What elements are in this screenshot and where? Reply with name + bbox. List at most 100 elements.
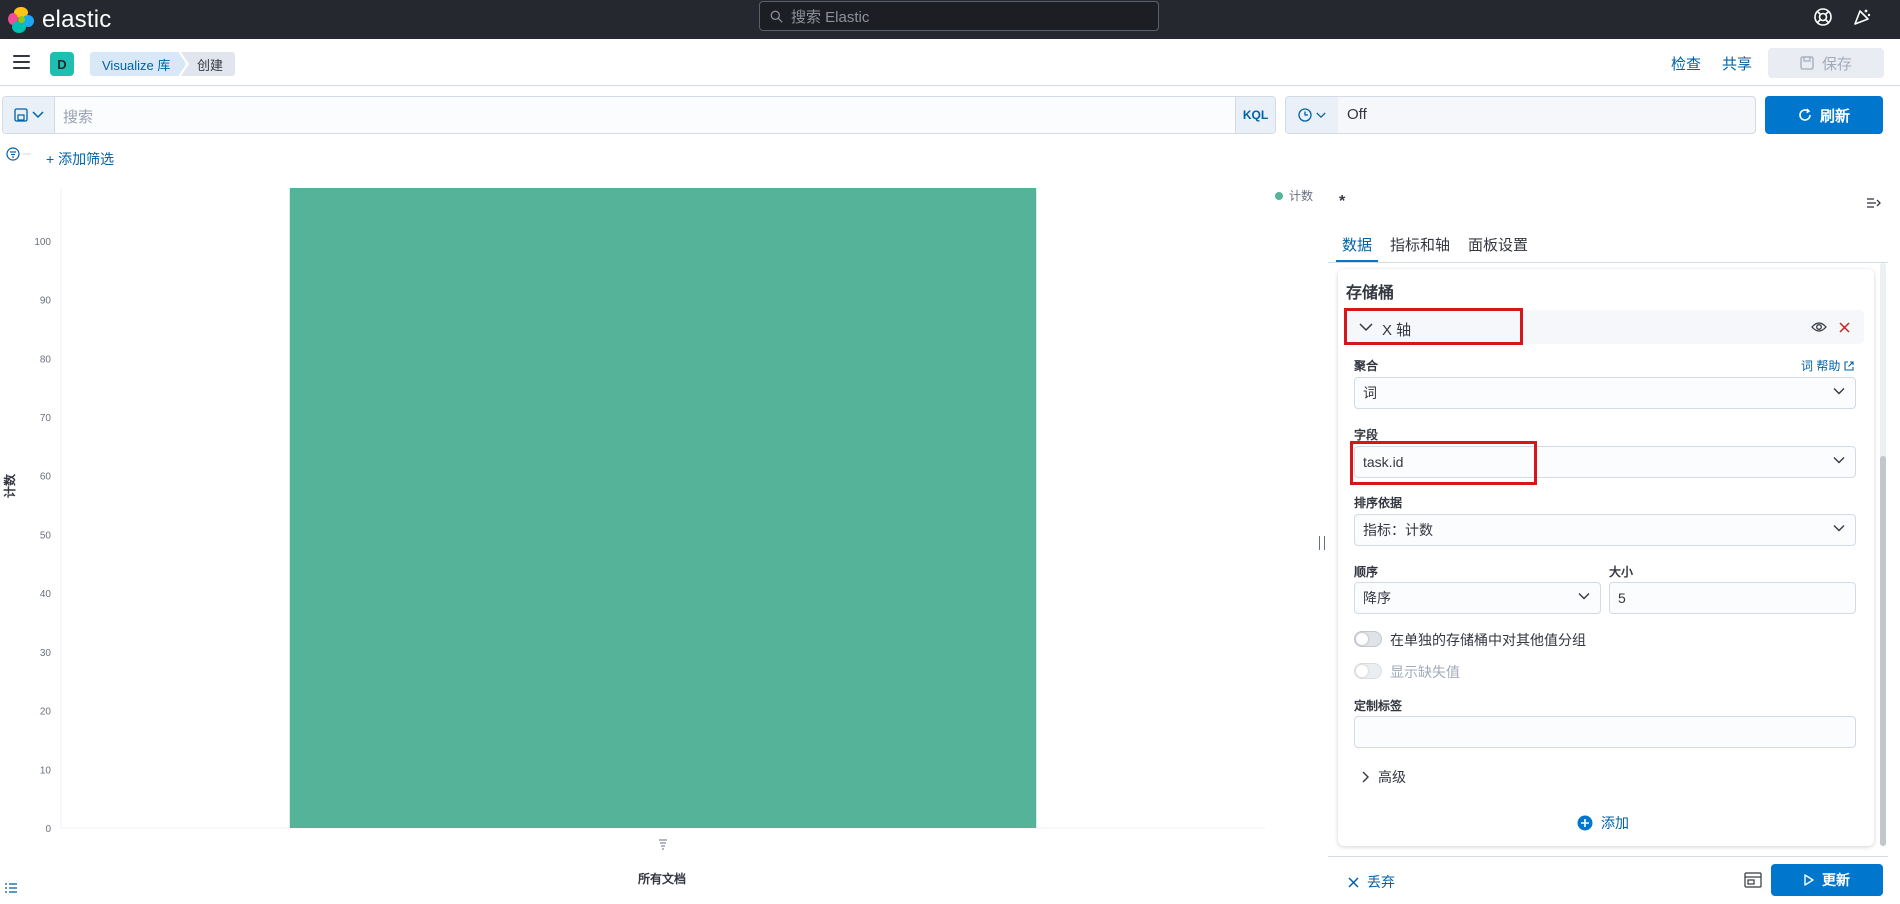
tabs-divider [1328,262,1888,263]
tab-metrics-axes[interactable]: 指标和轴 [1384,226,1456,262]
custom-label-input[interactable] [1354,716,1856,748]
breadcrumb-visualize-library[interactable]: Visualize 库 [90,52,186,76]
y-tick-label: 30 [40,648,52,659]
order-select[interactable]: 降序 [1354,582,1601,614]
y-tick-label: 0 [45,824,51,835]
tab-data[interactable]: 数据 [1336,226,1379,262]
auto-apply-icon[interactable] [1744,872,1762,888]
buckets-panel [1338,269,1874,846]
elastic-logo-icon [8,6,34,33]
size-input[interactable]: 5 [1609,582,1856,614]
y-tick-label: 70 [40,413,52,424]
refresh-button[interactable]: 刷新 [1765,96,1883,134]
breadcrumb-create: 创建 [181,52,236,76]
aggregation-select[interactable]: 词 [1354,377,1856,409]
aggregation-value: 词 [1363,385,1377,401]
chevron-down-icon [1833,525,1845,532]
buckets-section-title: 存储桶 [1346,285,1395,302]
y-tick-label: 20 [40,707,52,718]
order-by-label: 排序依据 [1354,496,1403,510]
sidebar-scrollbar[interactable] [1880,456,1886,846]
add-bucket-label: 添加 [1601,815,1629,831]
highlight-x-axis [1344,308,1523,345]
y-tick-label: 60 [40,472,52,483]
x-tick-filter-icon[interactable] [659,839,667,850]
order-by-value: 指标：计数 [1363,522,1433,538]
discard-button[interactable]: 丢弃 [1348,872,1395,892]
y-tick-label: 10 [40,765,52,776]
editor-tabs: 数据 指标和轴 面板设置 [1336,226,1540,262]
brand-name: elastic [42,5,112,33]
refresh-label: 刷新 [1819,107,1850,125]
space-avatar[interactable]: D [50,52,74,76]
bar-0[interactable] [289,188,1037,828]
query-language-button[interactable]: KQL [1235,97,1275,133]
plus-circle-icon [1577,815,1593,831]
refresh-icon [1799,108,1811,121]
quick-menu-button[interactable] [1286,97,1338,133]
add-filter-button[interactable]: + 添加筛选 [46,149,114,169]
highlight-field [1350,441,1537,485]
legend-color-swatch [1275,191,1283,200]
global-search-input[interactable]: 搜索 Elastic [759,1,1159,31]
chevron-down-icon [1833,457,1845,464]
group-other-switch[interactable] [1354,631,1382,647]
play-icon [1804,874,1814,886]
add-bucket-button[interactable]: 添加 [1577,813,1629,833]
order-value: 降序 [1363,590,1391,606]
help-icon[interactable] [1812,6,1834,28]
advanced-toggle[interactable]: 高级 [1362,767,1406,787]
size-value: 5 [1618,590,1626,606]
save-icon [1800,56,1814,70]
y-tick-label: 80 [40,354,52,365]
group-other-label: 在单独的存储桶中对其他值分组 [1390,632,1586,648]
panel-resize-handle[interactable] [1319,536,1325,550]
eye-icon[interactable] [1811,321,1827,333]
close-icon [1348,876,1359,888]
update-label: 更新 [1822,872,1850,888]
bottom-divider [1328,856,1888,857]
custom-label-label: 定制标签 [1354,699,1403,713]
saved-query-menu[interactable] [3,97,55,133]
external-link-icon [1844,360,1854,371]
show-missing-switch[interactable] [1354,663,1382,679]
y-tick-label: 90 [40,296,52,307]
order-by-select[interactable]: 指标：计数 [1354,514,1856,546]
app-toolbar: D Visualize 库 创建 检查 共享 保存 [0,39,1900,86]
x-axis-title: 所有文档 [638,872,687,886]
advanced-label: 高级 [1378,769,1406,785]
global-header: elastic 搜索 Elastic [0,0,1900,39]
tab-panel-settings[interactable]: 面板设置 [1462,226,1534,262]
chevron-down-icon [1316,112,1326,118]
elastic-logo[interactable]: elastic [8,4,111,35]
menu-icon[interactable] [13,55,30,69]
index-pattern-title: * [1339,193,1346,210]
aggregation-help-link[interactable]: 词 帮助 [1801,357,1854,374]
news-feed-icon[interactable] [1851,6,1873,28]
clock-icon [1298,108,1312,122]
chevron-right-icon [1362,771,1369,783]
chart-legend[interactable]: 计数 [1275,187,1313,204]
aggregation-help-text: 词 帮助 [1801,359,1841,373]
collapse-sidebar-icon[interactable] [1866,196,1882,210]
update-button[interactable]: 更新 [1771,864,1883,896]
refresh-interval-picker[interactable]: Off [1285,96,1756,134]
y-tick-label: 50 [40,530,52,541]
size-label: 大小 [1609,565,1634,579]
order-label: 顺序 [1354,565,1379,579]
chevron-down-icon [31,111,44,119]
close-icon[interactable] [1839,322,1850,333]
legend-toggle-icon[interactable] [4,882,18,894]
filter-menu-icon[interactable] [6,147,36,161]
share-button[interactable]: 共享 [1722,53,1752,74]
switch-knob [1356,633,1368,645]
search-icon [770,10,783,23]
save-button[interactable]: 保存 [1768,48,1884,78]
query-bar: 搜索 KQL [2,96,1276,134]
chevron-down-icon [1833,388,1845,395]
save-label: 保存 [1821,55,1852,73]
global-search-placeholder: 搜索 Elastic [791,8,870,26]
inspect-button[interactable]: 检查 [1671,53,1701,74]
show-missing-label: 显示缺失值 [1390,664,1460,680]
query-input[interactable]: 搜索 [63,106,93,127]
